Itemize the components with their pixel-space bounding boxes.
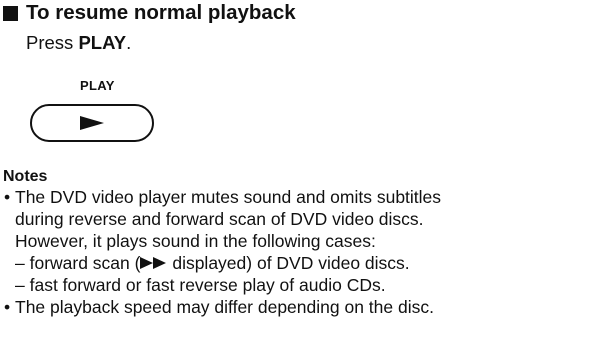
instruction-suffix: . (126, 32, 132, 53)
play-button-label: PLAY (80, 78, 115, 93)
instruction-button-name: PLAY (78, 32, 127, 53)
note-line-forward-scan: – forward scan ( displayed) of DVD video… (15, 252, 410, 274)
note-line-part: displayed) of DVD video discs. (167, 253, 410, 273)
note-line: The playback speed may differ depending … (15, 297, 434, 317)
note-line: during reverse and forward scan of DVD v… (15, 209, 424, 229)
note-line-part: – forward scan ( (15, 253, 141, 273)
bullet-glyph: • (4, 187, 11, 207)
manual-page: To resume normal playback Press PLAY. PL… (0, 0, 596, 344)
section-heading: To resume normal playback (3, 0, 296, 26)
play-button-illustration (30, 104, 154, 142)
square-bullet-icon (3, 5, 18, 21)
heading-text: To resume normal playback (26, 1, 296, 24)
play-triangle-icon (80, 116, 104, 130)
notes-title: Notes (3, 168, 48, 185)
instruction-prefix: Press (26, 32, 79, 53)
fast-forward-icon (140, 257, 167, 269)
bullet-glyph: • (4, 297, 11, 317)
instruction-line: Press PLAY. (26, 32, 131, 54)
note-line: However, it plays sound in the following… (15, 231, 376, 251)
note-line: The DVD video player mutes sound and omi… (15, 187, 442, 207)
note-line: – fast forward or fast reverse play of a… (15, 275, 386, 295)
